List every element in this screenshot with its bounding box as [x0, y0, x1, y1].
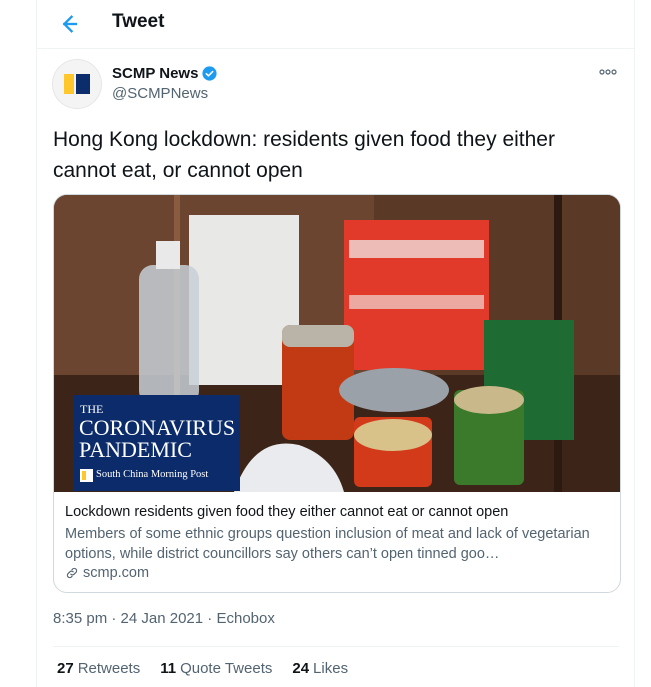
scmp-logo-icon — [80, 469, 93, 482]
card-title: Lockdown residents given food they eithe… — [65, 504, 509, 520]
avatar-logo-yellow — [64, 74, 74, 94]
author-name: SCMP News — [112, 65, 199, 82]
quote-tweets-stat[interactable]: 11 Quote Tweets — [160, 660, 272, 677]
overlay-line-2: PANDEMIC — [79, 437, 192, 462]
retweets-count: 27 — [57, 660, 74, 677]
tweet-meta: 8:35 pm · 24 Jan 2021 · Echobox — [53, 610, 275, 627]
likes-count: 24 — [292, 660, 310, 677]
likes-label: Likes — [313, 660, 349, 677]
retweets-stat[interactable]: 27 Retweets — [57, 660, 140, 677]
link-icon — [66, 567, 78, 579]
card-domain: scmp.com — [65, 565, 149, 581]
tweet-column: Tweet SCMP News @SCMPNews Hong Kong lock… — [36, 0, 635, 687]
image-overlay-banner: THE CORONAVIRUS PANDEMIC South China Mor… — [74, 395, 240, 491]
divider — [53, 646, 619, 647]
tweet-date: 24 Jan 2021 — [120, 610, 204, 627]
card-description: Members of some ethnic groups question i… — [65, 526, 590, 562]
overlay-brand: South China Morning Post — [96, 469, 209, 480]
arrow-left-icon[interactable] — [55, 10, 83, 38]
verified-badge-icon — [202, 66, 218, 81]
avatar-logo-blue — [76, 74, 90, 94]
link-card[interactable]: THE CORONAVIRUS PANDEMIC South China Mor… — [53, 194, 621, 593]
tweet-source-link[interactable]: Echobox — [216, 610, 274, 627]
page-title: Tweet — [112, 11, 165, 32]
author-handle[interactable]: @SCMPNews — [112, 85, 208, 102]
retweets-label: Retweets — [77, 660, 141, 677]
more-options-icon[interactable] — [593, 62, 623, 82]
meta-separator: · — [111, 610, 117, 627]
likes-stat[interactable]: 24 Likes — [292, 660, 348, 677]
quote-tweets-label: Quote Tweets — [180, 660, 273, 677]
page-header: Tweet — [37, 0, 634, 49]
tweet-time-link[interactable]: 8:35 pm · 24 Jan 2021 — [53, 610, 203, 627]
author-name-link[interactable]: SCMP News — [112, 65, 218, 82]
engagement-stats: 27 Retweets 11 Quote Tweets 24 Likes — [57, 660, 368, 677]
tweet-text: Hong Kong lockdown: residents given food… — [53, 128, 555, 182]
quote-tweets-count: 11 — [160, 660, 177, 677]
tweet-time: 8:35 pm — [53, 610, 108, 627]
card-domain-text: scmp.com — [83, 565, 150, 581]
meta-separator: · — [207, 610, 213, 627]
avatar[interactable] — [52, 59, 102, 109]
